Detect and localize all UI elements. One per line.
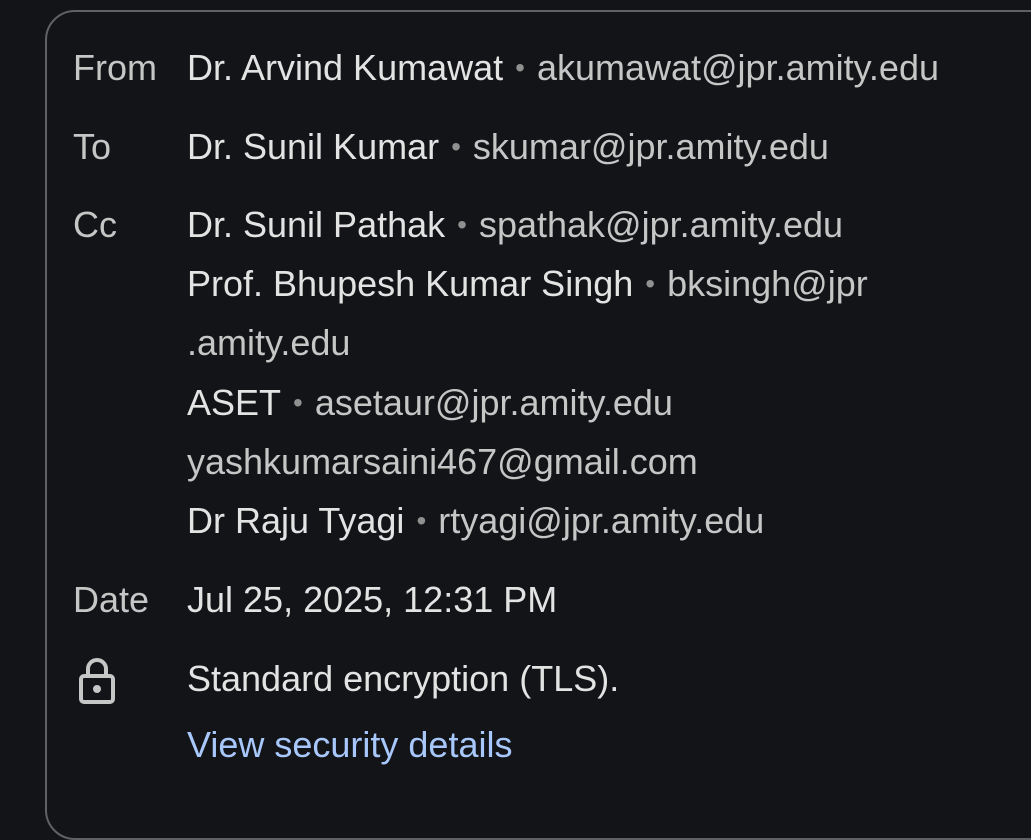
cc-name[interactable]: Dr Raju Tyagi — [187, 500, 404, 541]
to-row: Dr. Sunil Kumar • skumar@jpr.amity.edu — [187, 129, 829, 165]
to-label: To — [73, 126, 112, 167]
cc-row: Dr. Sunil Pathak • spathak@jpr.amity.edu — [187, 207, 843, 243]
from-email[interactable]: akumawat@jpr.amity.edu — [537, 47, 939, 88]
cc-email[interactable]: bksingh@jpr — [667, 263, 868, 304]
to-name[interactable]: Dr. Sunil Kumar — [187, 126, 439, 167]
cc-email[interactable]: yashkumarsaini467@gmail.com — [187, 441, 698, 482]
to-email[interactable]: skumar@jpr.amity.edu — [473, 126, 829, 167]
date-label: Date — [73, 579, 150, 620]
cc-name[interactable]: ASET — [187, 382, 281, 423]
cc-email[interactable]: rtyagi@jpr.amity.edu — [438, 500, 764, 541]
lock-icon — [79, 658, 115, 704]
separator-dot: • — [451, 131, 461, 162]
from-label: From — [73, 47, 157, 88]
cc-row-wrap: .amity.edu — [187, 325, 350, 361]
cc-email[interactable]: spathak@jpr.amity.edu — [479, 204, 843, 245]
security-text: Standard encryption (TLS). — [187, 658, 620, 699]
cc-email-continued[interactable]: .amity.edu — [187, 322, 350, 363]
separator-dot: • — [416, 505, 427, 536]
cc-label: Cc — [73, 204, 117, 245]
cc-row: Prof. Bhupesh Kumar Singh • bksingh@jpr — [187, 266, 868, 302]
separator-dot: • — [515, 52, 525, 83]
cc-row: yashkumarsaini467@gmail.com — [187, 444, 698, 480]
cc-row: ASET • asetaur@jpr.amity.edu — [187, 385, 673, 421]
separator-dot: • — [645, 268, 656, 299]
separator-dot: • — [293, 387, 303, 418]
from-name[interactable]: Dr. Arvind Kumawat — [187, 47, 503, 88]
separator-dot: • — [457, 209, 467, 240]
from-row: Dr. Arvind Kumawat • akumawat@jpr.amity.ed… — [187, 50, 939, 86]
cc-email[interactable]: asetaur@jpr.amity.edu — [315, 382, 673, 423]
cc-name[interactable]: Prof. Bhupesh Kumar Singh — [187, 263, 633, 304]
date-value: Jul 25, 2025, 12:31 PM — [187, 579, 558, 620]
cc-row: Dr Raju Tyagi • rtyagi@jpr.amity.edu — [187, 503, 764, 539]
view-security-details-link[interactable]: View security details — [187, 727, 512, 763]
cc-name[interactable]: Dr. Sunil Pathak — [187, 204, 445, 245]
